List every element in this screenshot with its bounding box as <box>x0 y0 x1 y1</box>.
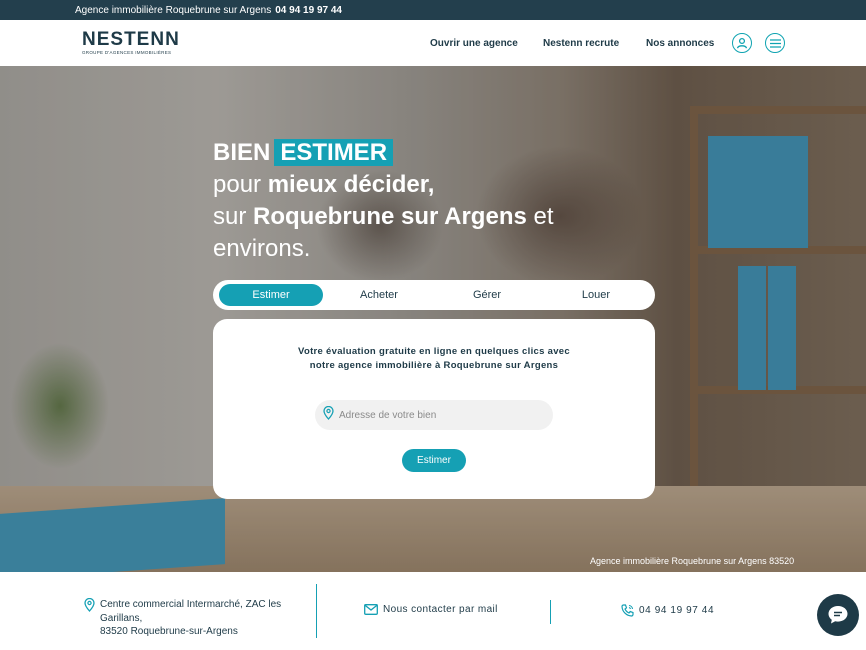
contact-footer: Centre commercial Intermarché, ZAC les G… <box>0 572 866 650</box>
logo-name: NESTENN <box>82 29 180 50</box>
divider <box>550 600 551 624</box>
headline-word1: BIEN <box>213 139 271 166</box>
contact-mail-link[interactable]: Nous contacter par mail <box>364 604 498 615</box>
headline-line3-prefix: sur <box>213 203 247 230</box>
headline-highlight: ESTIMER <box>274 139 394 166</box>
estimate-card-title: Votre évaluation gratuite en ligne en qu… <box>298 346 570 371</box>
headline-line2-bold: mieux décider, <box>267 171 435 198</box>
service-tabs: Estimer Acheter Gérer Louer <box>213 280 655 310</box>
hero-caption: Agence immobilière Roquebrune sur Argens… <box>590 556 795 566</box>
nav-ouvrir-agence[interactable]: Ouvrir une agence <box>430 20 518 66</box>
hero-headline: BIEN ESTIMER pour mieux décider, sur Roqu… <box>213 137 554 265</box>
topbar-phone[interactable]: 04 94 19 97 44 <box>275 5 342 16</box>
address-field[interactable] <box>315 400 553 430</box>
contact-phone-link[interactable]: 04 94 19 97 44 <box>621 604 714 617</box>
logo-tagline: GROUPE D'AGENCES IMMOBILIÈRES <box>82 50 172 55</box>
location-pin-icon <box>84 597 95 639</box>
phone-number: 04 94 19 97 44 <box>639 605 715 616</box>
top-info-bar: Agence immobilière Roquebrune sur Argens… <box>0 0 866 20</box>
hero-section: BIEN ESTIMER pour mieux décider, sur Roqu… <box>0 66 866 572</box>
headline-line4: environs. <box>213 235 311 262</box>
tab-estimer[interactable]: Estimer <box>219 284 323 306</box>
divider <box>316 584 317 638</box>
agency-address[interactable]: Centre commercial Intermarché, ZAC les G… <box>84 597 290 639</box>
estimate-button[interactable]: Estimer <box>402 449 466 472</box>
chat-icon <box>828 606 848 624</box>
nestenn-logo[interactable]: NESTENN GROUPE D'AGENCES IMMOBILIÈRES <box>82 29 180 55</box>
site-header: NESTENN GROUPE D'AGENCES IMMOBILIÈRES Ou… <box>0 20 866 66</box>
headline-line3-suffix: et <box>533 203 554 230</box>
headline-line3-bold: Roquebrune sur Argens <box>253 203 527 230</box>
tab-acheter[interactable]: Acheter <box>328 284 430 306</box>
mail-label: Nous contacter par mail <box>383 604 498 615</box>
tab-louer[interactable]: Louer <box>544 284 648 306</box>
user-icon[interactable] <box>732 33 752 53</box>
headline-line2-prefix: pour <box>213 171 262 198</box>
mail-icon <box>364 604 378 615</box>
topbar-agency-text: Agence immobilière Roquebrune sur Argens <box>75 4 272 16</box>
nav-nestenn-recrute[interactable]: Nestenn recrute <box>543 20 619 66</box>
tab-gerer[interactable]: Gérer <box>435 284 539 306</box>
chat-button[interactable] <box>817 594 859 636</box>
address-line1: Centre commercial Intermarché, ZAC les G… <box>100 599 282 624</box>
phone-icon <box>621 604 634 617</box>
nav-nos-annonces[interactable]: Nos annonces <box>646 20 714 66</box>
location-pin-icon <box>323 405 334 425</box>
menu-icon[interactable] <box>765 33 785 53</box>
address-line2: 83520 Roquebrune-sur-Argens <box>100 626 238 637</box>
estimate-card: Votre évaluation gratuite en ligne en qu… <box>213 319 655 499</box>
address-input[interactable] <box>339 409 539 421</box>
